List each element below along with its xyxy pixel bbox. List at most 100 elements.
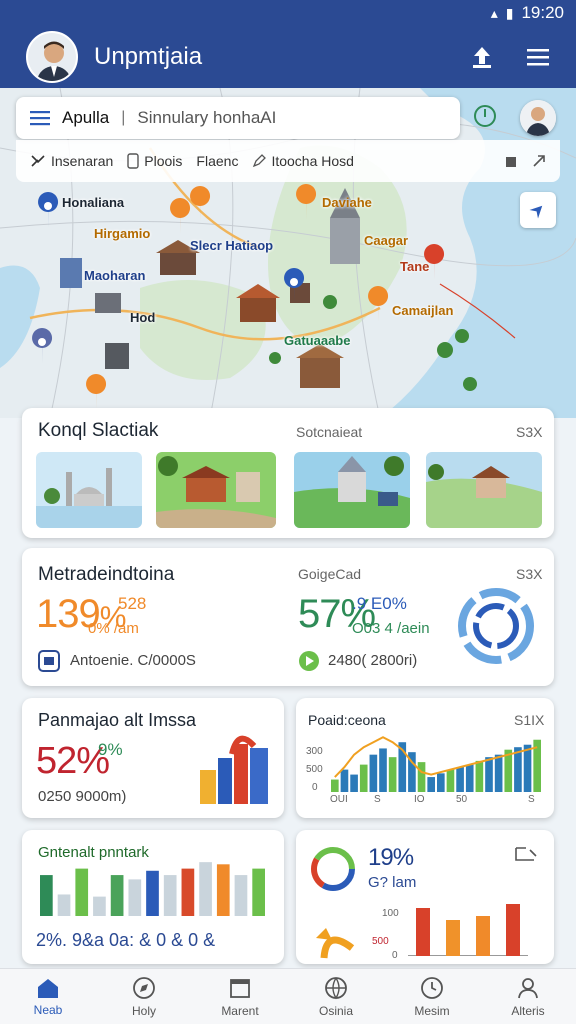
app-title: Unpmtjaia <box>94 43 203 70</box>
close-button[interactable]: S3X <box>516 566 542 582</box>
map-label: Camaijlan <box>392 303 454 318</box>
x-tick: S <box>528 794 535 805</box>
gallery-card: Konql Slactiak Sotcnaieat S3X <box>22 408 554 538</box>
donut-chart-icon <box>311 847 355 891</box>
trend-bar <box>388 757 397 792</box>
y-tick: 0 <box>312 782 318 793</box>
gallery-thumbnail[interactable] <box>156 452 276 528</box>
card-icon <box>38 650 60 672</box>
activity-bar <box>199 862 212 916</box>
metrics-card: Metradeindtoina GoigeCad S3X 139% 528 0%… <box>22 548 554 686</box>
menu-button[interactable] <box>520 39 556 75</box>
metric-figure-right: .9 E0% <box>352 594 407 613</box>
trend-bar <box>427 777 435 792</box>
trend-bar <box>446 769 455 792</box>
signal-icon: ▴ <box>490 4 498 21</box>
activity-chart <box>40 862 265 916</box>
search-subtext: Sinnulary honhaAI <box>137 108 277 127</box>
expand-icon[interactable] <box>514 846 538 864</box>
metrics-title: Metradeindtoina <box>38 564 175 585</box>
map-label: Honaliana <box>62 195 125 210</box>
avatar[interactable] <box>26 31 78 83</box>
trend-bar <box>437 773 445 792</box>
y-tick: 300 <box>306 746 323 757</box>
nav-mesim[interactable]: Mesim <box>392 976 472 1018</box>
timer-button[interactable] <box>472 103 498 134</box>
globe-icon <box>325 976 347 999</box>
hamburger-icon <box>527 49 549 66</box>
phone-icon <box>127 153 139 169</box>
trend-bar <box>456 767 464 792</box>
calendar-icon <box>230 978 250 998</box>
navigate-button[interactable] <box>520 192 556 228</box>
share-button[interactable] <box>464 39 500 75</box>
activity-bar <box>40 875 53 916</box>
route-icon <box>31 155 45 167</box>
share-icon[interactable] <box>532 154 546 168</box>
trend-bar <box>475 760 484 792</box>
activity-bar <box>216 864 230 916</box>
navigate-icon <box>529 205 543 219</box>
map-label: Tane <box>400 259 430 274</box>
activity-bar <box>75 868 89 916</box>
menu-icon[interactable] <box>30 110 50 126</box>
gallery-thumbnail[interactable] <box>36 452 142 528</box>
summary-card: 19% G? lam 100 500 0 <box>296 830 554 964</box>
stats-title: Panmajao alt Imssa <box>38 710 197 730</box>
filter-chip[interactable]: Insenaran <box>30 153 113 169</box>
close-button[interactable]: S1IX <box>514 712 544 728</box>
metrics-footer-right: 2480( 2800ri) <box>328 652 418 669</box>
activity-bar <box>146 870 159 916</box>
trend-bar <box>350 774 358 792</box>
gallery-thumbnail[interactable] <box>294 452 410 528</box>
nav-label: Holy <box>131 1003 156 1018</box>
trend-bar <box>514 747 522 792</box>
arrow-icon <box>316 928 355 959</box>
search-bar[interactable]: Apulla | Sinnulary honhaAI <box>16 97 460 139</box>
activity-bar <box>93 896 106 916</box>
y-tick: 100 <box>382 908 399 919</box>
gallery-thumbnail[interactable] <box>426 452 542 528</box>
stats-card: Panmajao alt Imssa 52% 9% 0250 9000m) <box>22 698 284 818</box>
upload-icon <box>473 47 491 68</box>
delete-icon[interactable] <box>504 154 518 168</box>
close-button[interactable]: S3X <box>516 424 542 440</box>
app-bar: Unpmtjaia <box>0 26 576 88</box>
trend-bar <box>494 754 503 792</box>
activity-bar <box>252 868 265 916</box>
filter-chip[interactable]: Ploois <box>127 153 182 169</box>
gallery-tag: Sotcnaieat <box>296 424 363 440</box>
metric-sub-right: O03 4 /aein <box>352 620 430 637</box>
y-tick: 0 <box>392 950 398 961</box>
filter-chip[interactable]: Itoocha Hosd <box>252 153 354 169</box>
bar-chart-icon <box>200 735 268 804</box>
stats-small: 9% <box>98 740 123 759</box>
activity-bar <box>57 894 71 916</box>
map-label: Daviahe <box>322 195 372 210</box>
search-query: Apulla <box>62 108 110 127</box>
clock-icon <box>421 976 443 999</box>
bottom-nav: Neab Holy Marent Osinia Mesim Alteris <box>0 968 576 1024</box>
summary-bar <box>446 920 460 956</box>
y-tick: 500 <box>372 936 389 947</box>
map-label: Maoharan <box>84 268 146 283</box>
activity-bar <box>163 875 177 916</box>
nav-marent[interactable]: Marent <box>200 976 280 1018</box>
timer-icon <box>474 104 496 127</box>
nav-holy[interactable]: Holy <box>104 976 184 1018</box>
x-tick: S <box>374 794 381 805</box>
nav-label: Osinia <box>318 1003 353 1018</box>
nav-label: Mesim <box>414 1003 450 1018</box>
nav-alteris[interactable]: Alteris <box>488 976 568 1018</box>
x-tick: 50 <box>456 794 468 805</box>
trend-title: Poaid:ceona <box>308 712 386 728</box>
map-label: Hirgamio <box>94 226 151 241</box>
filter-chip[interactable]: Flaenc <box>196 153 238 169</box>
gallery-title: Konql Slactiak <box>38 420 159 441</box>
trend-bar <box>417 762 426 792</box>
trend-bar <box>485 757 493 792</box>
nav-osinia[interactable]: Osinia <box>296 976 376 1018</box>
profile-avatar[interactable] <box>520 100 556 136</box>
nav-label: Alteris <box>511 1003 545 1018</box>
nav-home[interactable]: Neab <box>8 977 88 1017</box>
